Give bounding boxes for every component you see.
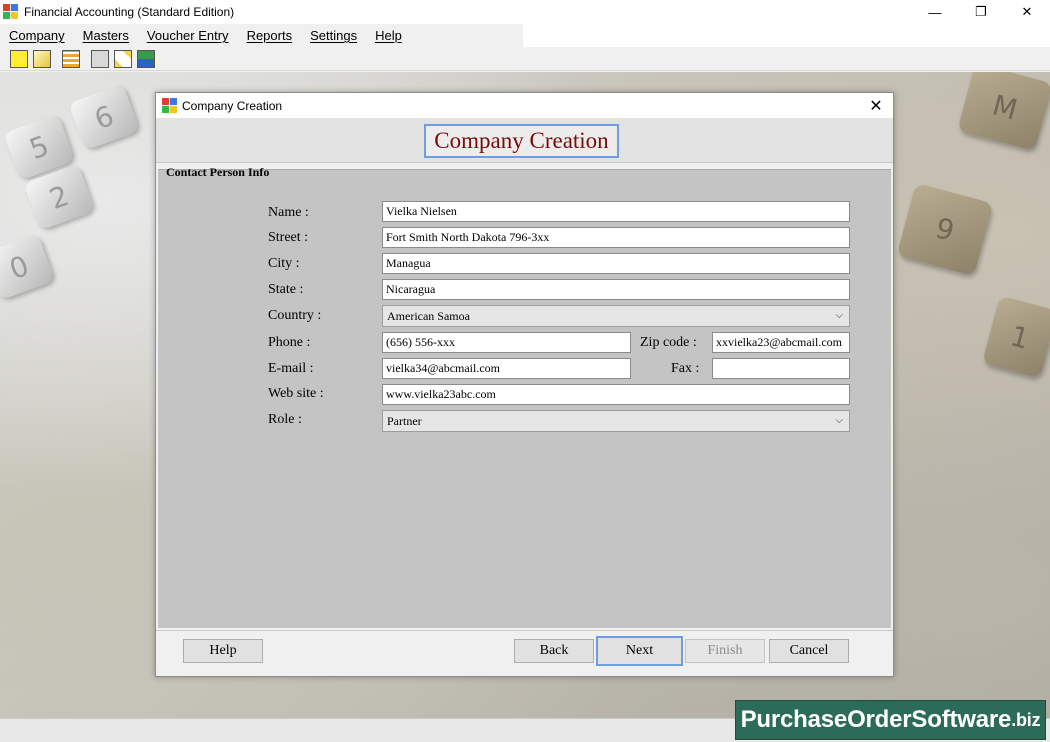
watermark-logo: PurchaseOrderSoftware .biz [735, 700, 1046, 740]
dialog-titlebar: Company Creation ✕ [156, 93, 893, 118]
watermark-suffix: .biz [1011, 709, 1041, 730]
calculator-key: 9 [896, 182, 994, 277]
menu-bar: Company Masters Voucher Entry Reports Se… [0, 24, 1050, 47]
cancel-button[interactable]: Cancel [769, 639, 849, 663]
menu-reports[interactable]: Reports [241, 28, 302, 43]
calculator-key: M [957, 72, 1050, 152]
email-label: E-mail : [268, 361, 314, 376]
zip-code-label: Zip code : [640, 335, 697, 350]
fax-field[interactable] [712, 358, 850, 379]
role-select-value: Partner [387, 414, 422, 428]
page-title: Company Creation [424, 124, 619, 158]
help-button[interactable]: Help [183, 639, 263, 663]
street-field[interactable]: Fort Smith North Dakota 796-3xx [382, 227, 850, 248]
new-company-icon[interactable] [10, 49, 28, 68]
window-title: Financial Accounting (Standard Edition) [24, 5, 235, 19]
city-label: City : [268, 256, 300, 271]
website-label: Web site : [268, 386, 324, 401]
street-label: Street : [268, 230, 309, 245]
section-caption: Contact Person Info [166, 165, 270, 179]
calculator-key: 1 [981, 295, 1050, 379]
calculator-key: 0 [0, 233, 55, 301]
menu-masters[interactable]: Masters [77, 28, 138, 43]
role-label: Role : [268, 412, 302, 427]
window-titlebar: Financial Accounting (Standard Edition) … [0, 0, 1050, 24]
close-button[interactable]: ✕ [1004, 0, 1050, 24]
window-controls: — ❐ ✕ [912, 0, 1050, 24]
role-select[interactable]: Partner ⌵ [382, 410, 850, 432]
dialog-button-bar: Help Back Next Finish Cancel [156, 630, 893, 676]
fax-label: Fax : [671, 361, 700, 376]
dialog-app-icon [162, 97, 178, 114]
country-select-value: American Samoa [387, 309, 470, 323]
menu-voucher-entry[interactable]: Voucher Entry [141, 28, 238, 43]
dialog-title: Company Creation [182, 98, 283, 113]
state-field[interactable]: Nicaragua [382, 279, 850, 300]
minimize-button[interactable]: — [912, 0, 958, 24]
restore-button[interactable]: ❐ [958, 0, 1004, 24]
back-button[interactable]: Back [514, 639, 594, 663]
country-label: Country : [268, 308, 322, 323]
name-field[interactable]: Vielka Nielsen [382, 201, 850, 222]
dialog-close-button[interactable]: ✕ [861, 93, 891, 118]
calculator-key: 6 [68, 83, 140, 151]
watermark-text: PurchaseOrderSoftware [740, 706, 1012, 733]
calculator-icon[interactable] [62, 49, 80, 68]
phone-field[interactable]: (656) 556-xxx [382, 332, 631, 353]
company-creation-dialog: Company Creation ✕ Company Creation Cont… [155, 92, 894, 677]
dialog-header: Company Creation [156, 118, 893, 163]
menu-company[interactable]: Company [3, 28, 74, 43]
phone-label: Phone : [268, 335, 311, 350]
zip-code-field[interactable]: xxvielka23@abcmail.com [712, 332, 850, 353]
accounts-icon[interactable] [91, 49, 109, 68]
name-label: Name : [268, 205, 309, 220]
city-field[interactable]: Managua [382, 253, 850, 274]
state-label: State : [268, 282, 304, 297]
contact-person-panel: Contact Person Info Name : Vielka Nielse… [158, 165, 891, 628]
chevron-down-icon: ⌵ [835, 415, 843, 426]
backup-icon[interactable] [137, 49, 155, 68]
menu-help[interactable]: Help [369, 28, 411, 43]
chevron-down-icon: ⌵ [835, 310, 843, 321]
toolbar [0, 47, 1050, 71]
country-select[interactable]: American Samoa ⌵ [382, 305, 850, 327]
email-field[interactable]: vielka34@abcmail.com [382, 358, 631, 379]
open-company-icon[interactable] [33, 49, 51, 68]
finish-button[interactable]: Finish [685, 639, 765, 663]
diamond-tool-icon[interactable] [114, 49, 132, 68]
app-icon [3, 4, 19, 20]
website-field[interactable]: www.vielka23abc.com [382, 384, 850, 405]
menu-settings[interactable]: Settings [304, 28, 366, 43]
next-button[interactable]: Next [596, 636, 683, 666]
